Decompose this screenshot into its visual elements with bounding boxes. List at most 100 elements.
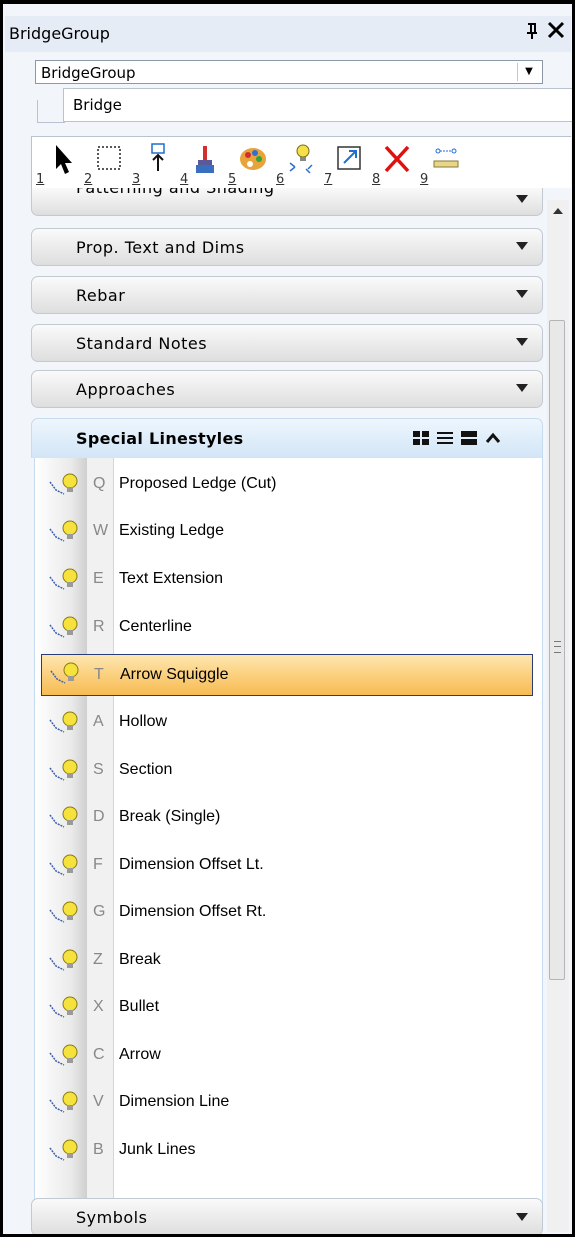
pin-icon[interactable] — [525, 22, 539, 45]
chevron-down-icon — [516, 290, 528, 298]
section-patterning-and-shading[interactable]: Patterning and Shading — [31, 188, 543, 216]
section-rebar[interactable]: Rebar — [31, 276, 543, 314]
section-approaches[interactable]: Approaches — [31, 370, 543, 408]
section-label: Standard Notes — [76, 334, 208, 353]
shortcut-key: Z — [93, 951, 103, 968]
linestyle-lightbulb-icon — [49, 949, 78, 971]
item-name: Section — [119, 761, 173, 778]
tab-connector — [37, 100, 65, 123]
list-item-break[interactable]: Z Break — [35, 944, 544, 978]
linestyle-lightbulb-icon — [49, 996, 78, 1018]
list-item-section[interactable]: S Section — [35, 754, 544, 788]
close-icon[interactable] — [547, 19, 565, 43]
list-item-junk-lines[interactable]: B Junk Lines — [35, 1134, 544, 1168]
item-name: Hollow — [119, 713, 168, 730]
linestyle-lightbulb-icon — [49, 759, 78, 781]
tool-number: 4 — [180, 172, 189, 187]
shortcut-key: B — [93, 1141, 104, 1158]
shortcut-key: V — [93, 1093, 104, 1110]
tool-8-delete[interactable]: 8 — [372, 143, 416, 187]
item-name: Break — [119, 951, 161, 968]
move-icon — [151, 143, 165, 171]
tool-number: 7 — [324, 172, 333, 187]
item-name: Proposed Ledge (Cut) — [119, 475, 277, 492]
brush-icon — [196, 146, 214, 173]
section-prop-text-and-dims[interactable]: Prop. Text and Dims — [31, 228, 543, 266]
section-special-linestyles[interactable]: Special Linestyles — [31, 418, 543, 458]
tool-2-dashed-select[interactable]: 2 — [84, 143, 128, 187]
shortcut-key: F — [93, 856, 103, 873]
tool-number: 5 — [228, 172, 237, 187]
tool-1-arrow-pointer[interactable]: 1 — [36, 143, 80, 187]
list-item-break-single[interactable]: D Break (Single) — [35, 801, 544, 835]
section-standard-notes[interactable]: Standard Notes — [31, 324, 543, 362]
linestyle-lightbulb-icon — [49, 568, 78, 590]
section-label: Special Linestyles — [76, 429, 244, 448]
tool-palette-window: BridgeGroup BridgeGroup ▼ Bridge 1 2 3 4 — [0, 0, 575, 1237]
group-dropdown[interactable]: BridgeGroup ▼ — [35, 60, 543, 84]
item-name: Junk Lines — [119, 1141, 196, 1158]
section-label: Approaches — [76, 380, 176, 399]
linestyle-lightbulb-icon — [49, 520, 78, 542]
chevron-down-icon — [516, 338, 528, 346]
scrollbar-thumb[interactable] — [549, 320, 565, 980]
view-mode-icons — [412, 428, 530, 448]
tool-number: 2 — [84, 172, 93, 187]
list-item-text-extension[interactable]: E Text Extension — [35, 563, 544, 597]
tool-3-move[interactable]: 3 — [132, 143, 176, 187]
list-item-centerline[interactable]: R Centerline — [35, 611, 544, 645]
detail-view-icon[interactable] — [460, 430, 478, 446]
list-item-dimension-line[interactable]: V Dimension Line — [35, 1086, 544, 1120]
tab-bridge-label: Bridge — [73, 96, 122, 114]
item-name: Centerline — [119, 618, 192, 635]
scale-box-icon — [337, 146, 361, 170]
tool-number: 8 — [372, 172, 381, 187]
item-name: Existing Ledge — [119, 522, 224, 539]
vertical-scrollbar[interactable] — [547, 200, 569, 1232]
list-item-proposed-ledge-cut[interactable]: Q Proposed Ledge (Cut) — [35, 468, 544, 502]
grid-view-icon[interactable] — [412, 430, 430, 446]
chevron-down-icon[interactable]: ▼ — [517, 63, 540, 81]
title-bar: BridgeGroup — [5, 16, 571, 52]
shortcut-key: X — [93, 998, 104, 1015]
section-symbols[interactable]: Symbols — [31, 1198, 543, 1234]
list-item-bullet[interactable]: X Bullet — [35, 991, 544, 1025]
dashed-select-icon — [97, 146, 121, 170]
arrow-pointer-icon — [56, 145, 72, 174]
list-view-icon[interactable] — [436, 430, 454, 446]
section-label: Prop. Text and Dims — [76, 238, 245, 257]
list-item-dimension-offset-lt[interactable]: F Dimension Offset Lt. — [35, 849, 544, 883]
chevron-down-icon — [516, 384, 528, 392]
linestyle-list: Q Proposed Ledge (Cut) W Existing Ledge … — [34, 458, 543, 1214]
tab-bridge[interactable]: Bridge — [63, 88, 572, 122]
list-item-hollow[interactable]: A Hollow — [35, 706, 544, 740]
item-name: Bullet — [119, 998, 160, 1015]
section-label: Symbols — [76, 1208, 148, 1227]
chevron-down-icon — [516, 1213, 528, 1221]
tool-7-scale-box[interactable]: 7 — [324, 143, 368, 187]
list-item-arrow-squiggle-selected[interactable]: T Arrow Squiggle — [41, 654, 533, 696]
list-item-dimension-offset-rt[interactable]: G Dimension Offset Rt. — [35, 896, 544, 930]
item-name: Dimension Line — [119, 1093, 230, 1110]
lightbulb-sparkle-icon — [289, 144, 313, 174]
chevron-down-icon — [516, 242, 528, 250]
shortcut-key: A — [93, 713, 104, 730]
shortcut-key: R — [93, 618, 105, 635]
tool-6-lightbulb-sparkle[interactable]: 6 — [276, 143, 320, 187]
tool-5-palette[interactable]: 5 — [228, 143, 272, 187]
measure-icon — [433, 148, 459, 168]
chevron-up-icon[interactable] — [484, 430, 502, 446]
linestyle-lightbulb-icon — [49, 616, 78, 638]
section-label: Rebar — [76, 286, 126, 305]
linestyle-lightbulb-icon — [49, 854, 78, 876]
linestyle-lightbulb-icon — [50, 662, 79, 684]
list-item-existing-ledge[interactable]: W Existing Ledge — [35, 515, 544, 549]
list-item-arrow[interactable]: C Arrow — [35, 1039, 544, 1073]
shortcut-key: S — [93, 761, 104, 778]
linestyle-lightbulb-icon — [49, 806, 78, 828]
scroll-up-icon[interactable] — [553, 208, 563, 214]
item-name: Dimension Offset Lt. — [119, 856, 264, 873]
tool-4-brush[interactable]: 4 — [180, 143, 224, 187]
tool-9-measure[interactable]: 9 — [420, 143, 464, 187]
shortcut-key: G — [93, 903, 106, 920]
